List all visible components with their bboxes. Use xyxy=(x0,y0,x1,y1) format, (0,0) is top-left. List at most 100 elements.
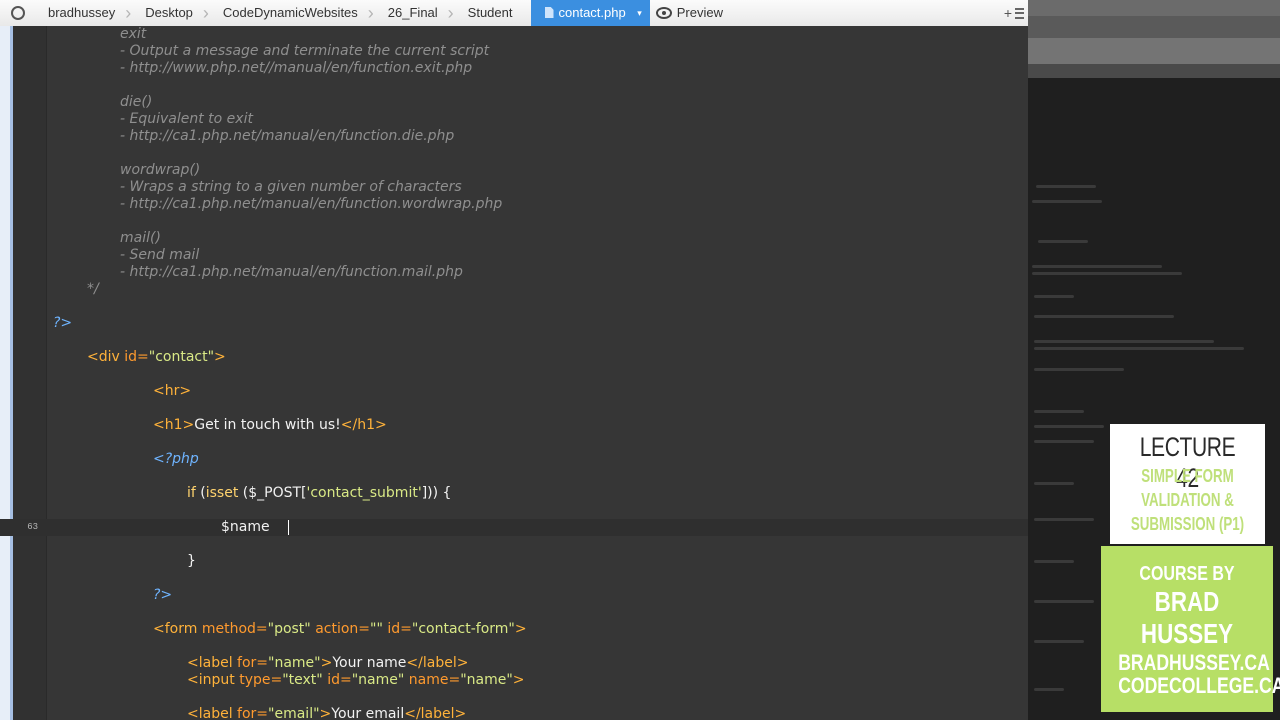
blurred-text xyxy=(1034,440,1094,443)
code-line[interactable]: ?> xyxy=(0,315,1028,332)
code-line[interactable] xyxy=(0,298,1028,315)
code-text: die() xyxy=(120,94,153,110)
code-line[interactable] xyxy=(0,502,1028,519)
lecture-subtitle: SIMPLE FORM VALIDATION & SUBMISSION (P1) xyxy=(1130,464,1245,536)
author-name: BRAD HUSSEY xyxy=(1140,586,1234,649)
code-line[interactable] xyxy=(0,400,1028,417)
code-line[interactable]: - http://www.php.net//manual/en/function… xyxy=(0,60,1028,77)
code-text: - Output a message and terminate the cur… xyxy=(120,43,490,59)
code-line[interactable] xyxy=(0,77,1028,94)
breadcrumb-item[interactable]: CodeDynamicWebsites › xyxy=(211,0,376,26)
code-line[interactable] xyxy=(0,689,1028,706)
code-text: - Equivalent to exit xyxy=(120,111,253,127)
code-text: */ xyxy=(87,281,99,297)
code-line[interactable] xyxy=(0,434,1028,451)
code-line[interactable]: if (isset ($_POST['contact_submit'])) { xyxy=(0,485,1028,502)
code-line[interactable]: - Equivalent to exit xyxy=(0,111,1028,128)
code-line[interactable] xyxy=(0,570,1028,587)
blurred-text xyxy=(1034,340,1214,343)
blurred-text xyxy=(1032,265,1162,268)
code-lines: exit - Output a message and terminate the… xyxy=(0,26,1028,720)
code-line[interactable] xyxy=(0,366,1028,383)
code-line[interactable]: } xyxy=(0,553,1028,570)
code-line[interactable] xyxy=(0,468,1028,485)
chevron-down-icon[interactable]: ▾ xyxy=(637,0,642,26)
code-line[interactable]: <input type="text" id="name" name="name"… xyxy=(0,672,1028,689)
code-line[interactable]: <form method="post" action="" id="contac… xyxy=(0,621,1028,638)
code-line[interactable]: - Wraps a string to a given number of ch… xyxy=(0,179,1028,196)
breadcrumb-item[interactable]: Desktop › xyxy=(133,0,211,26)
code-text: - Wraps a string to a given number of ch… xyxy=(120,179,462,195)
code-line[interactable] xyxy=(0,638,1028,655)
add-icon[interactable]: + xyxy=(1004,5,1012,21)
code-line[interactable]: wordwrap() xyxy=(0,162,1028,179)
breadcrumb-item[interactable]: 26_Final › xyxy=(376,0,456,26)
code-text: <div id="contact"> xyxy=(87,349,226,366)
code-line[interactable] xyxy=(0,536,1028,553)
code-token: for= xyxy=(237,706,269,720)
code-line[interactable]: <label for="name">Your name</label> xyxy=(0,655,1028,672)
active-file-tab[interactable]: contact.php ▾ xyxy=(530,0,650,26)
code-token: Get in touch with us! xyxy=(194,417,341,433)
code-line[interactable]: <?php xyxy=(0,451,1028,468)
eye-icon xyxy=(655,7,672,19)
code-line[interactable]: die() xyxy=(0,94,1028,111)
lecture-badge: LECTURE 42 SIMPLE FORM VALIDATION & SUBM… xyxy=(1110,424,1265,544)
code-text: <label for="email">Your email</label> xyxy=(187,706,466,720)
code-token: "contact" xyxy=(148,349,215,365)
code-token: <label xyxy=(187,706,238,720)
code-line[interactable]: - http://ca1.php.net/manual/en/function.… xyxy=(0,264,1028,281)
breadcrumb-bar: bradhussey › Desktop › CodeDynamicWebsites… xyxy=(0,0,1028,27)
code-line[interactable]: */ xyxy=(0,281,1028,298)
preview-button[interactable]: Preview xyxy=(650,0,723,26)
code-line[interactable]: mail() xyxy=(0,230,1028,247)
code-line[interactable]: - http://ca1.php.net/manual/en/function.… xyxy=(0,128,1028,145)
code-editor[interactable]: exit - Output a message and terminate the… xyxy=(0,26,1028,720)
code-token: </h1> xyxy=(340,417,387,433)
code-token: "email" xyxy=(268,706,320,720)
breadcrumb-item[interactable]: bradhussey › xyxy=(36,0,133,26)
code-line[interactable] xyxy=(0,213,1028,230)
code-line[interactable] xyxy=(0,332,1028,349)
code-line[interactable]: <label for="email">Your email</label> xyxy=(0,706,1028,720)
chevron-right-icon: › xyxy=(125,3,132,23)
code-token: > xyxy=(214,349,226,365)
code-line[interactable]: <div id="contact"> xyxy=(0,349,1028,366)
lecture-subtitle-line: SIMPLE FORM xyxy=(1141,466,1234,486)
code-line[interactable]: ?> xyxy=(0,587,1028,604)
code-token: method= xyxy=(201,621,268,637)
current-code-line[interactable]: 63 $name xyxy=(0,519,1028,536)
code-token: <label xyxy=(187,655,238,671)
active-file-label: contact.php xyxy=(558,5,626,20)
code-line[interactable]: exit xyxy=(0,26,1028,43)
breadcrumb-item[interactable]: Student xyxy=(456,0,531,26)
code-token: Your email xyxy=(331,706,405,720)
breadcrumb-label: 26_Final xyxy=(387,5,438,20)
code-token: "name" xyxy=(460,672,513,688)
code-line[interactable]: - http://ca1.php.net/manual/en/function.… xyxy=(0,196,1028,213)
code-token: > xyxy=(512,672,525,688)
code-line[interactable]: <h1>Get in touch with us!</h1> xyxy=(0,417,1028,434)
code-text: - http://ca1.php.net/manual/en/function.… xyxy=(120,264,463,280)
menu-icon[interactable] xyxy=(1015,7,1024,19)
code-text: - http://www.php.net//manual/en/function… xyxy=(120,60,473,76)
code-token: "contact-form" xyxy=(411,621,515,637)
code-line[interactable] xyxy=(0,145,1028,162)
code-token: if xyxy=(187,485,201,501)
code-token: id= xyxy=(124,349,149,365)
code-line[interactable]: <hr> xyxy=(0,383,1028,400)
background-toolbar xyxy=(1028,16,1280,38)
code-text: - http://ca1.php.net/manual/en/function.… xyxy=(120,128,455,144)
blurred-text xyxy=(1036,185,1096,188)
code-token: ($_POST[ xyxy=(242,485,307,501)
code-line[interactable]: - Send mail xyxy=(0,247,1028,264)
blurred-text xyxy=(1034,425,1104,428)
code-line[interactable]: - Output a message and terminate the cur… xyxy=(0,43,1028,60)
code-token: id= xyxy=(327,672,352,688)
blurred-text xyxy=(1038,240,1088,243)
code-line[interactable] xyxy=(0,604,1028,621)
code-token: "text" xyxy=(282,672,328,688)
code-token: <div xyxy=(87,349,125,365)
code-token: type= xyxy=(239,672,283,688)
home-icon[interactable] xyxy=(0,0,36,26)
